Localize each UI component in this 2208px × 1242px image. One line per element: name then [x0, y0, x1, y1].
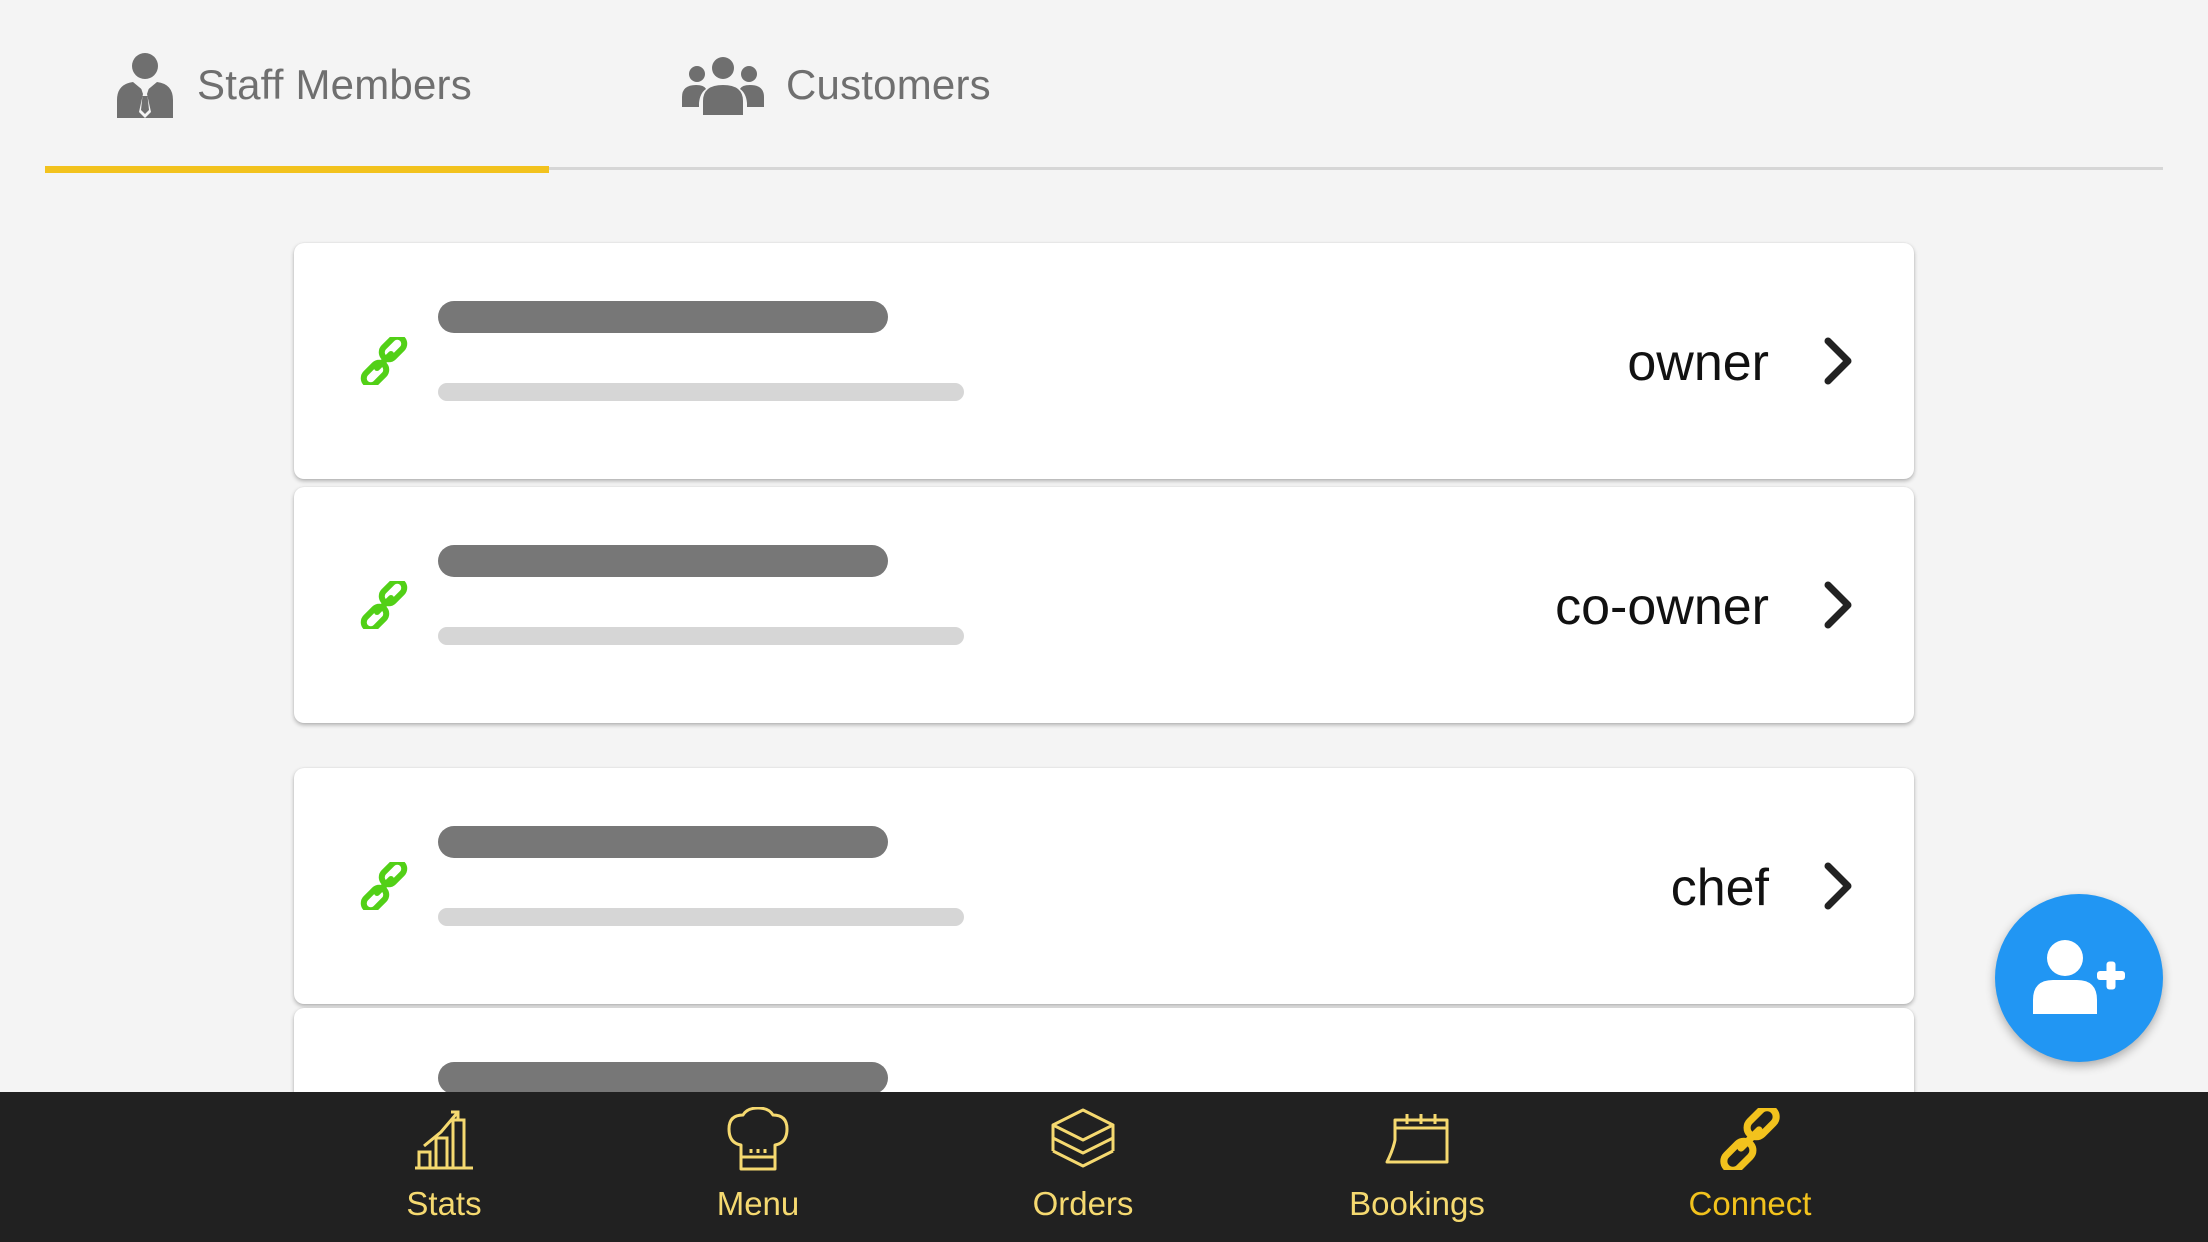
staff-detail-placeholder — [438, 627, 964, 645]
stats-icon — [414, 1104, 474, 1174]
bottom-navigation: Stats Menu Orders Bookings Connect — [0, 1092, 2208, 1242]
link-icon — [360, 858, 408, 914]
staff-name-placeholder — [438, 301, 888, 333]
staff-role: owner — [1627, 334, 1769, 392]
chef-hat-icon — [727, 1104, 789, 1174]
nav-menu-label: Menu — [716, 1185, 800, 1222]
chevron-right-icon — [1818, 860, 1858, 912]
chevron-right-icon — [1818, 579, 1858, 631]
nav-connect-label: Connect — [1688, 1185, 1812, 1222]
app-root: Staff Members Customers owner co-owner c… — [0, 0, 2208, 1242]
staff-detail-placeholder — [438, 908, 964, 926]
nav-orders[interactable]: Orders — [973, 1092, 1193, 1242]
nav-stats[interactable]: Stats — [334, 1092, 554, 1242]
staff-person-icon — [115, 52, 175, 118]
staff-list-item[interactable]: owner — [294, 243, 1914, 479]
link-icon — [360, 333, 408, 389]
staff-detail-placeholder — [438, 383, 964, 401]
layers-icon — [1051, 1104, 1115, 1174]
nav-bookings-label: Bookings — [1349, 1185, 1485, 1222]
nav-stats-label: Stats — [406, 1185, 482, 1222]
nav-bookings[interactable]: Bookings — [1307, 1092, 1527, 1242]
chevron-right-icon — [1818, 335, 1858, 387]
customers-group-icon — [682, 55, 764, 115]
staff-list-item[interactable]: co-owner — [294, 487, 1914, 723]
staff-role: co-owner — [1555, 578, 1769, 636]
staff-list-item[interactable]: chef — [294, 768, 1914, 1004]
staff-role: chef — [1670, 859, 1769, 917]
staff-name-placeholder — [438, 545, 888, 577]
staff-name-placeholder — [438, 1062, 888, 1094]
nav-menu[interactable]: Menu — [648, 1092, 868, 1242]
tab-staff-members-label: Staff Members — [197, 61, 472, 108]
tab-customers-label: Customers — [786, 61, 991, 108]
tab-bar: Staff Members Customers — [45, 0, 2163, 173]
calendar-icon — [1385, 1104, 1449, 1174]
link-icon — [1719, 1104, 1781, 1174]
add-staff-button[interactable] — [1995, 894, 2163, 1062]
link-icon — [360, 577, 408, 633]
staff-name-placeholder — [438, 826, 888, 858]
tab-customers[interactable]: Customers — [635, 0, 1035, 170]
add-user-icon — [2033, 938, 2125, 1019]
tab-staff-members[interactable]: Staff Members — [45, 0, 549, 173]
active-tab-indicator — [45, 166, 549, 173]
nav-orders-label: Orders — [1032, 1185, 1134, 1222]
nav-connect[interactable]: Connect — [1640, 1092, 1860, 1242]
